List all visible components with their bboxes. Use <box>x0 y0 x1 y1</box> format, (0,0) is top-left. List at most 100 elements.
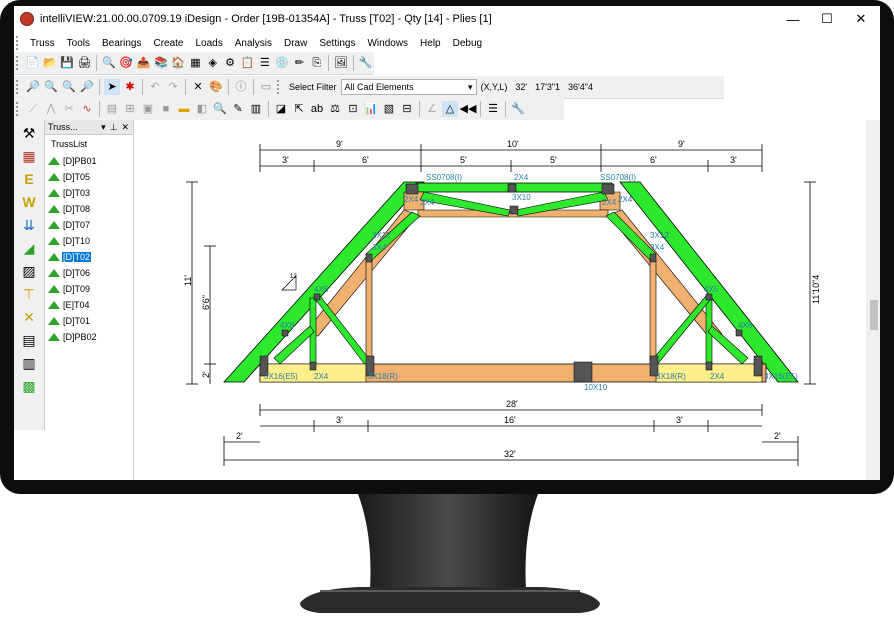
panel-icon[interactable]: ▭ <box>258 79 274 95</box>
zoom-fit-icon[interactable]: 🔍 <box>61 79 77 95</box>
truss-list-item[interactable]: [D]PB02 <box>45 329 133 345</box>
menu-tools[interactable]: Tools <box>61 38 96 49</box>
print-icon[interactable]: 🖨 <box>77 55 92 71</box>
fill-icon[interactable]: ■ <box>158 101 174 117</box>
tools-icon[interactable]: 🔧 <box>358 55 373 71</box>
disk-icon[interactable]: 💿 <box>274 55 289 71</box>
open-icon[interactable]: 📂 <box>42 55 57 71</box>
pencil-icon[interactable]: ✎ <box>230 101 246 117</box>
angle-icon[interactable]: ∠ <box>424 101 440 117</box>
member-icon[interactable]: ⟋ <box>25 101 41 117</box>
layers-icon[interactable]: ◈ <box>205 55 220 71</box>
menu-bearings[interactable]: Bearings <box>96 38 147 49</box>
vertical-scrollbar[interactable] <box>866 120 880 480</box>
truss-view-icon[interactable]: 🏠 <box>170 55 185 71</box>
load-tool-icon[interactable]: ⇊ <box>18 215 40 235</box>
grid-tool-icon[interactable]: ▩ <box>18 376 40 396</box>
text-icon[interactable]: ab <box>309 101 325 117</box>
panel-tool-icon[interactable]: ▤ <box>18 330 40 350</box>
edit-icon[interactable]: ✏ <box>292 55 307 71</box>
plate-icon[interactable]: ◪ <box>273 101 289 117</box>
menu-settings[interactable]: Settings <box>313 38 361 49</box>
rewind-icon[interactable]: ◀◀ <box>460 101 477 117</box>
truss-list-item[interactable]: [D]T09 <box>45 281 133 297</box>
image-icon[interactable]: 🖼 <box>333 55 348 71</box>
paint-icon[interactable]: 🎨 <box>208 79 224 95</box>
truss-list-item[interactable]: [D]T08 <box>45 201 133 217</box>
truss-shape-icon[interactable]: △ <box>442 101 458 117</box>
magnify-icon[interactable]: 🔍 <box>212 101 228 117</box>
menu-create[interactable]: Create <box>147 38 189 49</box>
redo-icon[interactable]: ↷ <box>165 79 181 95</box>
columns-icon[interactable]: ▥ <box>248 101 264 117</box>
truss-drawing-canvas[interactable]: 12 9' 10' 9' 3' 6' 5' 5' 6' 3' 28' 3' 16… <box>134 120 866 480</box>
search-icon[interactable]: 🔍 <box>101 55 116 71</box>
scrollbar-thumb[interactable] <box>870 300 878 330</box>
chevron-down-icon[interactable]: ▾ <box>101 122 106 133</box>
truss-list-root[interactable]: TrussList <box>51 139 133 149</box>
zoom-window-icon[interactable]: 🔎 <box>79 79 95 95</box>
truss-list-item[interactable]: [D]T07 <box>45 217 133 233</box>
e-tool-icon[interactable]: E <box>18 169 40 189</box>
truss-list-item[interactable]: [D]T05 <box>45 169 133 185</box>
export-icon[interactable]: 📤 <box>136 55 151 71</box>
window-icon[interactable]: ⊡ <box>345 101 361 117</box>
truss-list-item[interactable]: [D]T06 <box>45 265 133 281</box>
slope-tool-icon[interactable]: ◢ <box>18 238 40 258</box>
settings-icon[interactable]: ⚙ <box>222 55 237 71</box>
w-tool-icon[interactable]: W <box>18 192 40 212</box>
truss-list-item[interactable]: [E]T04 <box>45 297 133 313</box>
truss-list-item[interactable]: [D]T10 <box>45 233 133 249</box>
menu-debug[interactable]: Debug <box>447 38 488 49</box>
menu-help[interactable]: Help <box>414 38 447 49</box>
hatch-icon[interactable]: ▧ <box>381 101 397 117</box>
cube-icon[interactable]: ◧ <box>194 101 210 117</box>
zoom-in-icon[interactable]: 🔎 <box>25 79 41 95</box>
zoom-out-icon[interactable]: 🔍 <box>43 79 59 95</box>
new-icon[interactable]: 📄 <box>25 55 40 71</box>
select-icon[interactable]: ➤ <box>104 79 120 95</box>
lumber-icon[interactable]: ▬ <box>176 101 192 117</box>
brick-tool-icon[interactable]: ▦ <box>18 146 40 166</box>
menu-draw[interactable]: Draw <box>278 38 313 49</box>
list-icon[interactable]: ☰ <box>257 55 272 71</box>
select-filter-dropdown[interactable]: All Cad Elements ▾ <box>340 79 477 95</box>
report-icon[interactable]: 📋 <box>240 55 255 71</box>
menu-truss[interactable]: Truss <box>24 38 61 49</box>
truss-list-item[interactable]: [D]T03 <box>45 185 133 201</box>
truss-list-item[interactable]: [D]PB01 <box>45 153 133 169</box>
web-tool-icon[interactable]: ✕ <box>18 307 40 327</box>
minimize-button[interactable]: — <box>776 6 810 32</box>
snap-icon[interactable]: ✱ <box>122 79 138 95</box>
stack-icon[interactable]: 📚 <box>153 55 168 71</box>
cut-tool-icon[interactable]: ⚒ <box>18 123 40 143</box>
column-tool-icon[interactable]: ▥ <box>18 353 40 373</box>
move-icon[interactable]: ⇱ <box>291 101 307 117</box>
chart-icon[interactable]: 📊 <box>363 101 379 117</box>
pin-icon[interactable]: ⊥ <box>110 122 118 133</box>
maximize-button[interactable]: ☐ <box>810 6 844 32</box>
lines-icon[interactable]: ☰ <box>485 101 501 117</box>
bearing-tool-icon[interactable]: ⊤ <box>18 284 40 304</box>
close-button[interactable]: ✕ <box>844 6 878 32</box>
scissor-icon[interactable]: ✂ <box>61 101 77 117</box>
table-icon[interactable]: ▤ <box>104 101 120 117</box>
panel-close-icon[interactable]: ✕ <box>121 122 129 133</box>
web-icon[interactable]: ⋀ <box>43 101 59 117</box>
menu-windows[interactable]: Windows <box>361 38 414 49</box>
dim-icon[interactable]: ⊟ <box>399 101 415 117</box>
scale-icon[interactable]: ⚖ <box>327 101 343 117</box>
info-icon[interactable]: ⓘ <box>233 79 249 95</box>
copy-icon[interactable]: ⎘ <box>309 55 324 71</box>
wrench-icon[interactable]: 🔧 <box>510 101 526 117</box>
truss-list-item[interactable]: [D]T02 <box>45 249 133 265</box>
delete-icon[interactable]: ✕ <box>190 79 206 95</box>
menu-analysis[interactable]: Analysis <box>229 38 278 49</box>
undo-icon[interactable]: ↶ <box>147 79 163 95</box>
block-icon[interactable]: ▣ <box>140 101 156 117</box>
truss-list-item[interactable]: [D]T01 <box>45 313 133 329</box>
hatch-tool-icon[interactable]: ▨ <box>18 261 40 281</box>
menu-loads[interactable]: Loads <box>189 38 228 49</box>
connect-icon[interactable]: ⊞ <box>122 101 138 117</box>
target-icon[interactable]: 🎯 <box>118 55 133 71</box>
